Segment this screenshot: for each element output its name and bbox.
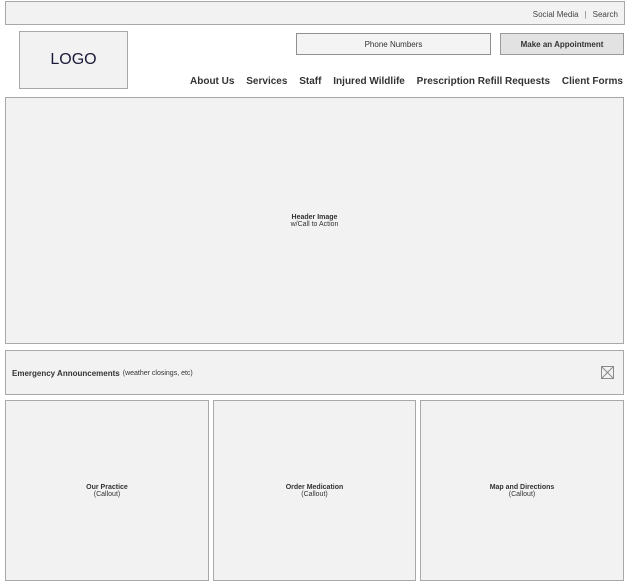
callout-subtitle: (Callout) [93,490,121,498]
emergency-title: Emergency Announcements [12,369,120,378]
callout-subtitle: (Callout) [301,490,328,498]
close-box-icon[interactable] [601,366,614,379]
callout-our-practice[interactable]: Our Practice (Callout) [5,400,209,581]
callout-subtitle: (Callout) [508,490,536,498]
nav-item-services[interactable]: Services [246,76,287,87]
make-appointment-label: Make an Appointment [520,39,604,49]
social-media-link[interactable]: Social Media [533,10,579,19]
logo[interactable]: LOGO [19,31,128,89]
nav-item-about-us[interactable]: About Us [190,76,234,87]
callout-order-medication[interactable]: Order Medication (Callout) [213,400,416,581]
nav-item-client-forms[interactable]: Client Forms [562,76,623,87]
callout-title: Order Medication [285,483,344,491]
make-appointment-button[interactable]: Make an Appointment [500,33,624,55]
search-link[interactable]: Search [593,10,618,19]
callout-title: Map and Directions [489,483,555,491]
emergency-announcements: Emergency Announcements (weather closing… [5,350,624,395]
callout-title: Our Practice [86,483,128,491]
emergency-text: Emergency Announcements (weather closing… [12,351,193,396]
emergency-note: (weather closings, etc) [122,370,193,377]
nav-item-prescription-refill[interactable]: Prescription Refill Requests [417,76,550,87]
nav-item-staff[interactable]: Staff [299,76,321,87]
utility-bar: Social Media | Search [5,1,625,25]
phone-numbers-label: Phone Numbers [364,39,423,49]
nav-item-injured-wildlife[interactable]: Injured Wildlife [333,76,405,87]
phone-numbers-box: Phone Numbers [296,33,491,55]
utility-links: Social Media | Search [533,2,618,26]
main-navigation: About Us Services Staff Injured Wildlife… [190,73,623,89]
utility-separator: | [584,9,587,19]
header-image-subtitle: w/Call to Action [290,220,339,228]
header-image-title: Header Image [291,213,338,221]
callout-map-directions[interactable]: Map and Directions (Callout) [420,400,624,581]
header-image[interactable]: Header Image w/Call to Action [5,97,624,344]
logo-text: LOGO [50,51,97,68]
